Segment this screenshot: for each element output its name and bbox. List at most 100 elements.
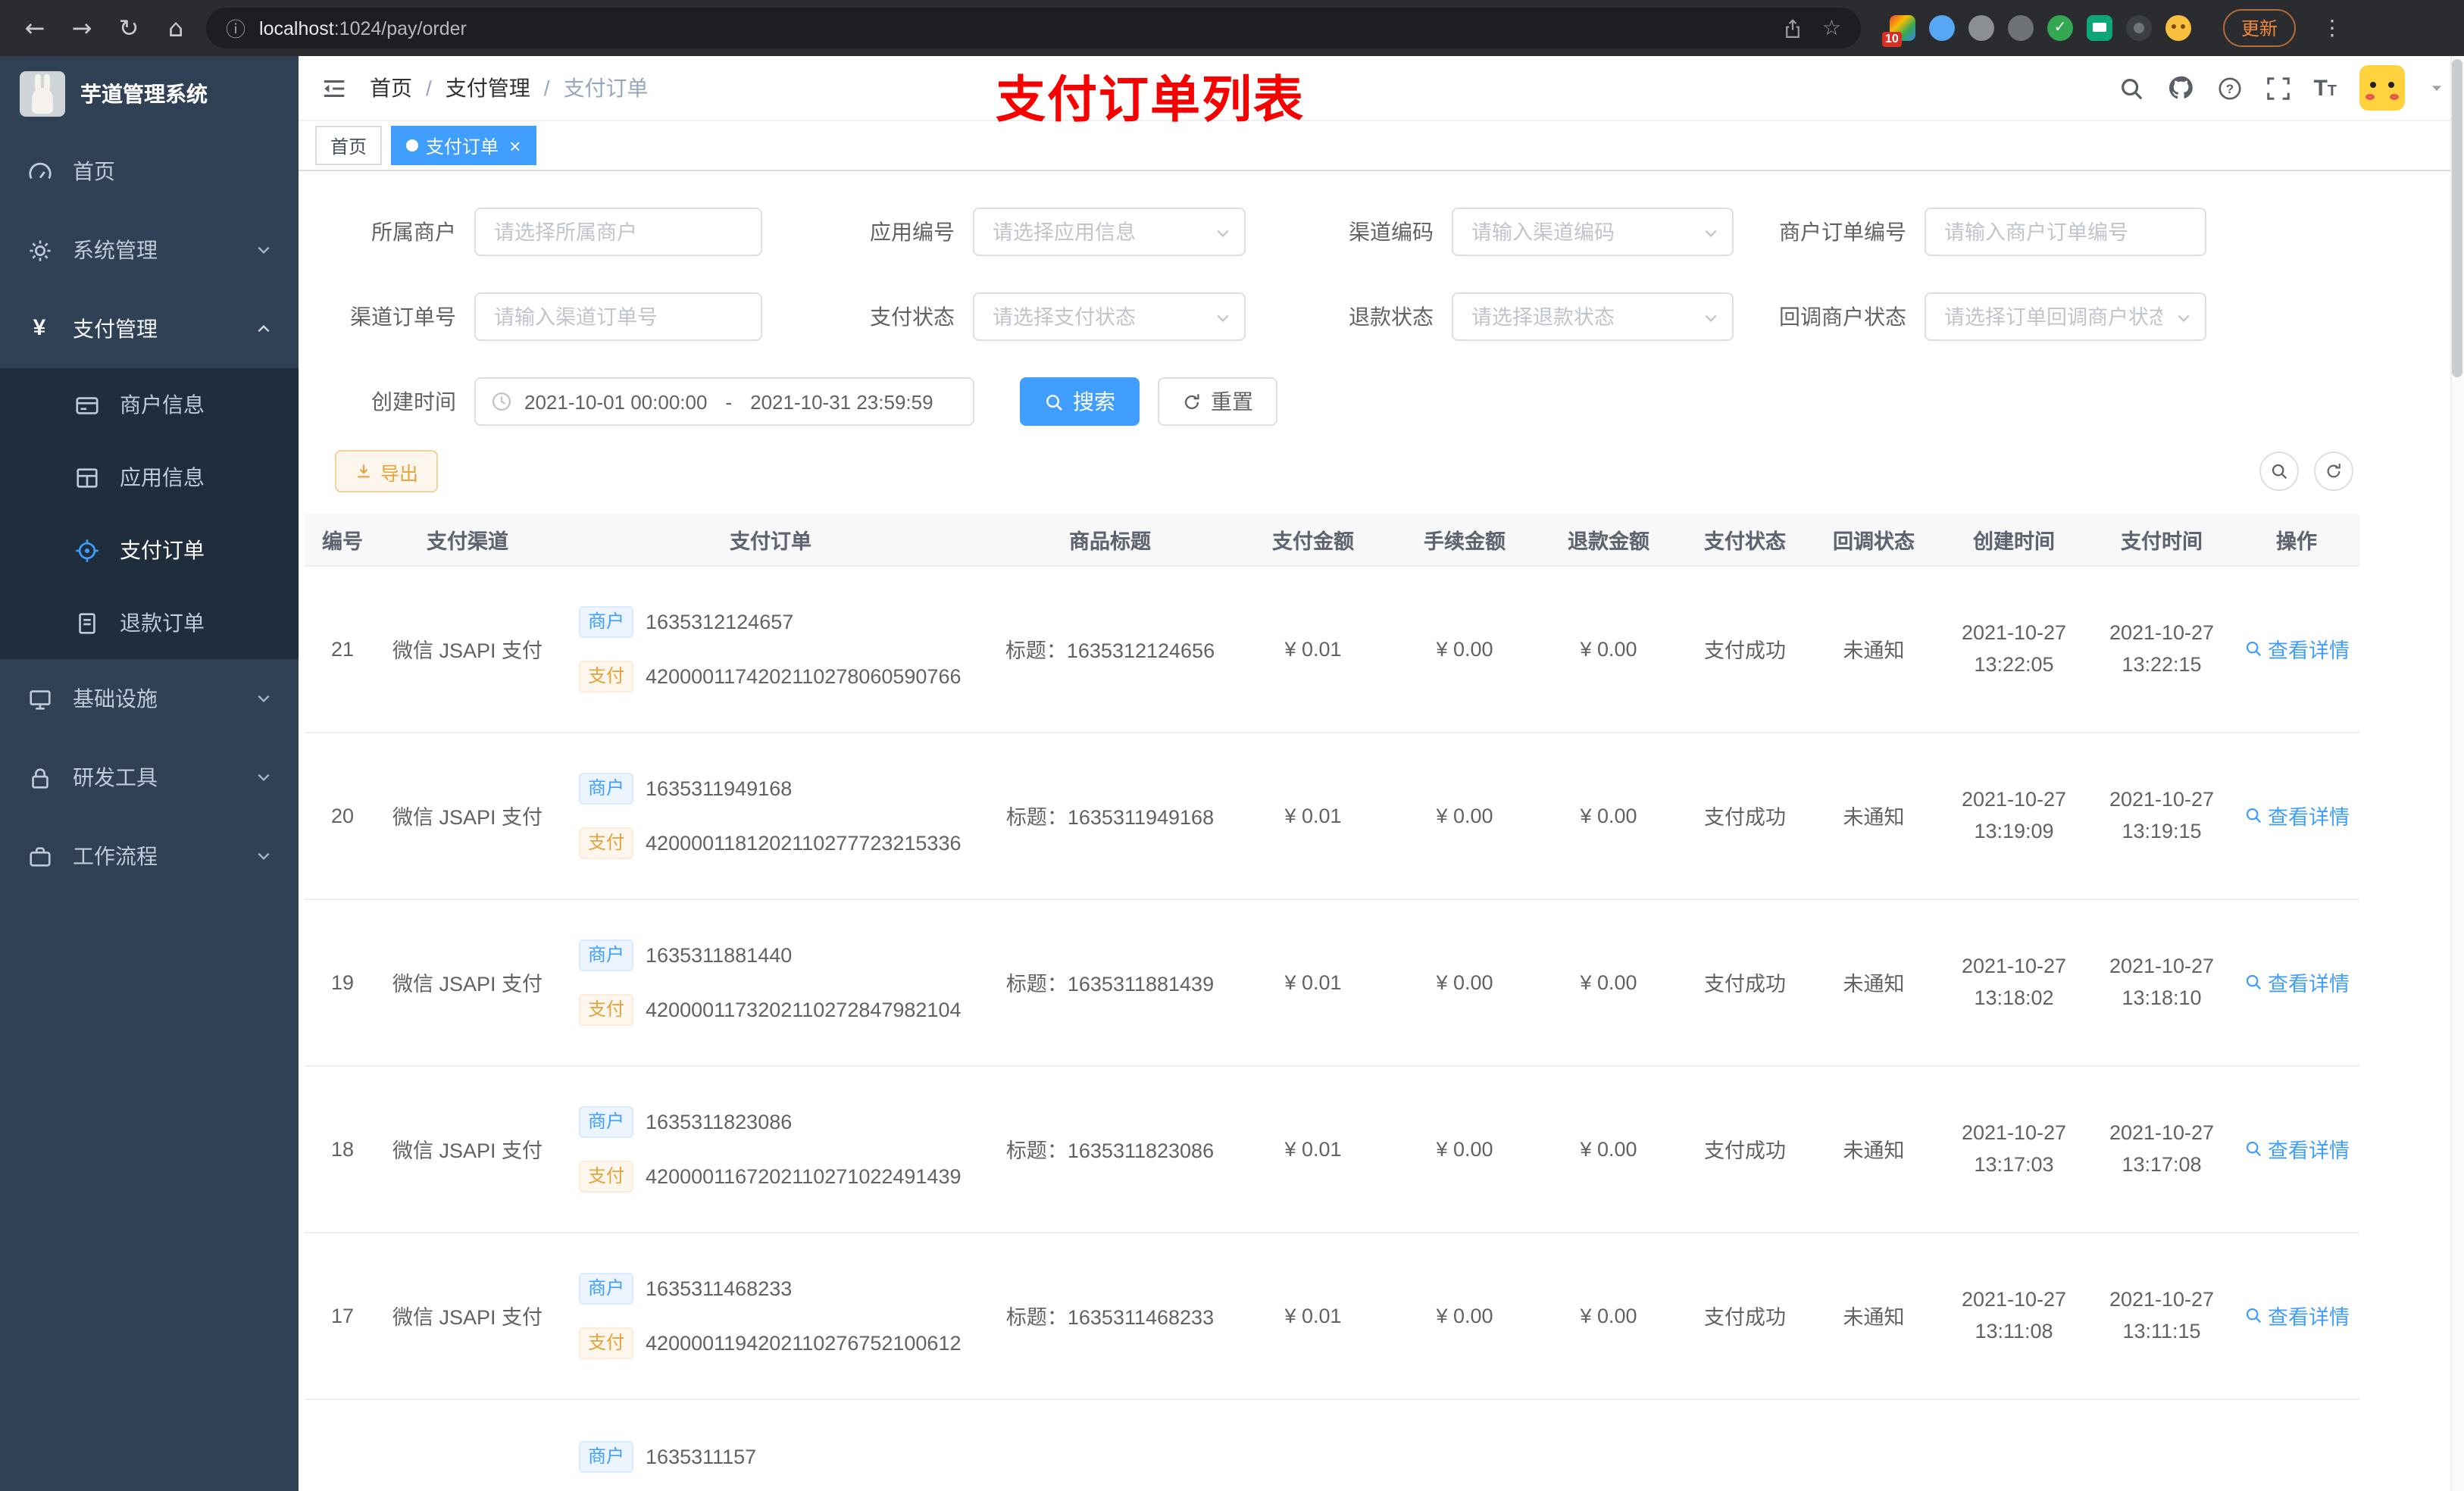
view-detail-label: 查看详情 [2268, 1306, 2350, 1329]
sidebar-item-system[interactable]: 系统管理 [0, 211, 299, 289]
filter-row-2: 渠道订单号 支付状态 退款状态 回调商户状态 [335, 292, 2464, 341]
page-content: 所属商户 应用编号 渠道编码 商户订单编号 [299, 171, 2464, 1491]
cell-actions: 查看详情 [2234, 732, 2359, 899]
view-detail-link[interactable]: 查看详情 [2244, 1300, 2350, 1330]
pay-status-select[interactable] [974, 294, 1244, 339]
view-detail-link[interactable]: 查看详情 [2244, 967, 2350, 997]
scrollbar-thumb[interactable] [2452, 59, 2462, 377]
merchant-tag: 商户 [579, 772, 634, 804]
extension-check-icon[interactable]: ✓ [2047, 15, 2073, 41]
toggle-search-button[interactable] [2259, 452, 2299, 491]
pay-order-no: 4200001194202110276752100612 [646, 1331, 962, 1354]
cell-create-time: 2021-10-27 13:19:09 [1938, 732, 2090, 899]
sidebar-fold-icon[interactable] [321, 75, 347, 101]
cell-id: 17 [305, 1232, 380, 1399]
merchant-tag: 商户 [579, 939, 634, 971]
sidebar-item-merchant-info[interactable]: 商户信息 [0, 368, 299, 441]
tab-home[interactable]: 首页 [315, 126, 383, 165]
extension-gray2-icon[interactable] [2008, 15, 2034, 41]
export-button[interactable]: 导出 [335, 450, 439, 492]
site-info-icon[interactable]: ⓘ [226, 14, 245, 42]
cell-refund: ¥ 0.00 [1537, 1065, 1681, 1233]
extension-emoji-icon[interactable] [2165, 15, 2191, 41]
avatar-caret-down-icon[interactable] [2428, 79, 2446, 97]
sidebar-item-label: 商户信息 [120, 392, 205, 417]
browser-update-button[interactable]: 更新 [2223, 9, 2297, 47]
cell-notify: 未通知 [1809, 565, 1938, 733]
notify-status-select[interactable] [1926, 294, 2205, 339]
refund-status-select[interactable] [1453, 294, 1732, 339]
cell-pay-time: 2021-10-27 13:17:08 [2090, 1065, 2234, 1233]
search-icon[interactable] [2118, 75, 2143, 101]
sidebar-item-home[interactable]: 首页 [0, 132, 299, 211]
view-detail-link[interactable]: 查看详情 [2244, 800, 2350, 830]
pay-tag: 支付 [579, 993, 634, 1025]
cell-notify: 未通知 [1809, 732, 1938, 899]
browser-reload-icon[interactable]: ↻ [112, 11, 145, 45]
pay-date: 2021-10-27 [2109, 621, 2215, 644]
field-label: 渠道编码 [1349, 220, 1434, 244]
cell-channel [380, 1399, 555, 1491]
extension-pin-icon[interactable] [2126, 15, 2152, 41]
pay-tag: 支付 [579, 1160, 634, 1192]
browser-forward-icon[interactable]: → [65, 11, 98, 45]
pay-tag: 支付 [579, 1327, 634, 1358]
tab-close-icon[interactable] [509, 136, 521, 155]
browser-back-icon[interactable]: ← [18, 11, 52, 45]
merchant-order-no-input[interactable] [1926, 209, 2205, 255]
extension-colorful-icon[interactable]: 10 [1882, 15, 1915, 47]
breadcrumb-pay[interactable]: 支付管理 [446, 73, 530, 103]
view-detail-link[interactable]: 查看详情 [2244, 633, 2350, 664]
bookmark-star-icon[interactable]: ☆ [1822, 16, 1841, 40]
table-row: 17 微信 JSAPI 支付 商户 1635311468233 支付 42000… [305, 1232, 2359, 1399]
sidebar-item-pay[interactable]: ¥ 支付管理 [0, 289, 299, 368]
refresh-icon [2325, 462, 2343, 480]
chevron-down-icon [255, 689, 273, 708]
date-range-picker[interactable]: 2021-10-01 00:00:00 - 2021-10-31 23:59:5… [474, 377, 974, 426]
navbar-actions: TT [2118, 65, 2464, 111]
date-start-value: 2021-10-01 00:00:00 [524, 390, 708, 413]
sidebar-item-label: 支付管理 [73, 317, 158, 341]
chevron-down-icon [255, 768, 273, 786]
reset-button[interactable]: 重置 [1158, 377, 1277, 426]
sidebar-item-dev-tools[interactable]: 研发工具 [0, 738, 299, 817]
sidebar-item-label: 研发工具 [73, 765, 158, 789]
font-size-icon[interactable]: TT [2313, 75, 2337, 101]
channel-order-no-input[interactable] [476, 294, 761, 339]
sidebar-item-app-info[interactable]: 应用信息 [0, 441, 299, 514]
sidebar-item-refund-order[interactable]: 退款订单 [0, 586, 299, 659]
annotation-title: 支付订单列表 [996, 71, 1305, 127]
view-detail-link[interactable]: 查看详情 [2244, 1133, 2350, 1164]
sidebar-item-infra[interactable]: 基础设施 [0, 659, 299, 738]
refresh-icon [1182, 392, 1202, 411]
app-id-select[interactable] [974, 209, 1244, 255]
extension-chat-icon[interactable] [2087, 15, 2112, 41]
pay-date: 2021-10-27 [2109, 788, 2215, 811]
address-bar[interactable]: ⓘ localhost:1024/pay/order ☆ [206, 8, 1861, 48]
sidebar-item-label: 工作流程 [73, 844, 158, 868]
fullscreen-icon[interactable] [2265, 75, 2290, 101]
help-icon[interactable] [2216, 75, 2242, 101]
breadcrumb-home[interactable]: 首页 [370, 73, 412, 103]
extension-drop-icon[interactable] [1929, 15, 1955, 41]
extension-gray-icon[interactable] [1968, 15, 1994, 41]
search-button[interactable]: 搜索 [1020, 377, 1140, 426]
browser-home-icon[interactable]: ⌂ [159, 11, 192, 45]
table-header: 编号 支付渠道 支付订单 商品标题 支付金额 手续金额 退款金额 支付状态 回调… [305, 514, 2359, 566]
sidebar-item-workflow[interactable]: 工作流程 [0, 817, 299, 896]
sidebar-item-pay-order[interactable]: 支付订单 [0, 514, 299, 586]
window-scrollbar[interactable] [2450, 56, 2464, 1491]
pay-order-no: 4200001173202110272847982104 [646, 998, 962, 1021]
logo[interactable]: 芋道管理系统 [0, 56, 299, 132]
tab-pay-order[interactable]: 支付订单 [391, 126, 536, 165]
refresh-table-button[interactable] [2314, 452, 2353, 491]
channel-code-select[interactable] [1453, 209, 1732, 255]
create-date: 2021-10-27 [1961, 788, 2067, 811]
merchant-input[interactable] [476, 209, 761, 255]
browser-menu-icon[interactable]: ⋮ [2322, 16, 2343, 40]
github-icon[interactable] [2166, 74, 2194, 102]
share-icon[interactable] [1783, 17, 1804, 39]
cell-title: 标题：1635311823086 [987, 1065, 1234, 1233]
user-avatar[interactable] [2359, 65, 2405, 111]
field-label: 所属商户 [371, 220, 456, 244]
